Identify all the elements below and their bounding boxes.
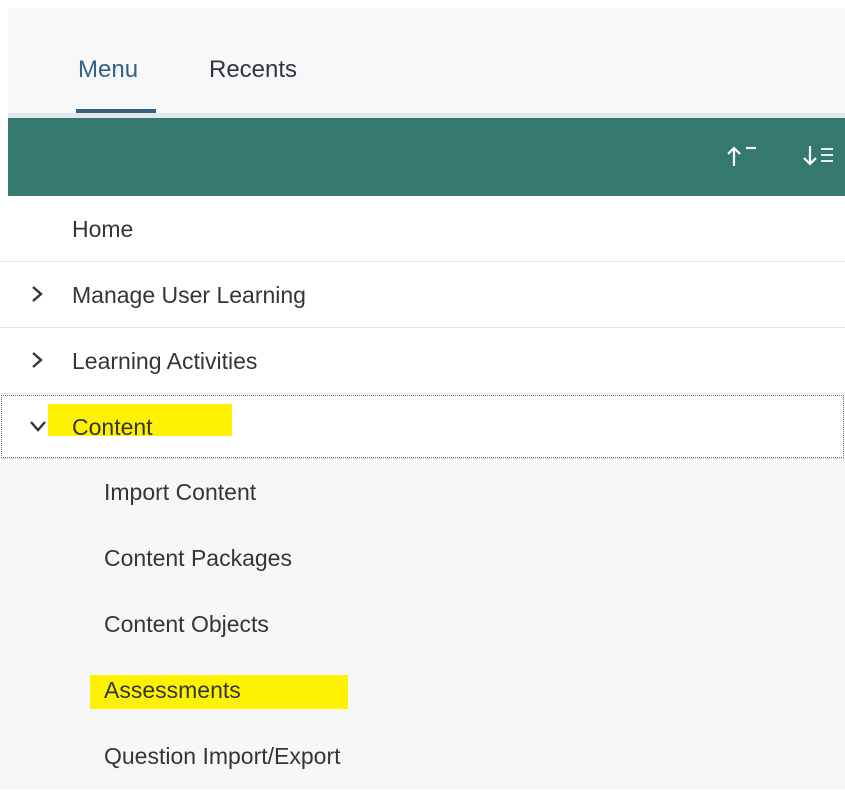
menu-list: Home Manage User Learning Learning Activ… [0, 196, 845, 789]
tab-menu[interactable]: Menu [78, 56, 138, 84]
menu-item-content[interactable]: Content [0, 394, 845, 459]
submenu-item-import-content[interactable]: Import Content [0, 459, 845, 525]
chevron-down-icon[interactable] [28, 413, 48, 439]
navigation-panel: Menu Recents Home Manage User Learning L… [0, 0, 845, 793]
submenu-item-assessments[interactable]: Assessments [0, 657, 845, 723]
submenu-item-label: Question Import/Export [104, 743, 341, 769]
submenu-item-content-packages[interactable]: Content Packages [0, 525, 845, 591]
submenu-item-question-import-export[interactable]: Question Import/Export [0, 723, 845, 789]
submenu-item-label: Content Packages [104, 545, 292, 571]
sort-ascending-icon[interactable] [724, 140, 760, 170]
menu-toolbar [8, 118, 845, 196]
menu-item-label: Learning Activities [72, 348, 258, 374]
menu-item-home[interactable]: Home [0, 196, 845, 262]
tab-recents[interactable]: Recents [209, 56, 297, 84]
menu-item-learning-activities[interactable]: Learning Activities [0, 328, 845, 394]
content-submenu: Import Content Content Packages Content … [0, 459, 845, 789]
chevron-right-icon[interactable] [28, 281, 48, 307]
submenu-item-label: Import Content [104, 479, 257, 505]
menu-item-label: Content [72, 414, 153, 440]
submenu-item-label: Content Objects [104, 611, 269, 637]
menu-item-label: Home [72, 216, 134, 242]
submenu-item-label: Assessments [104, 677, 241, 703]
sort-descending-icon[interactable] [802, 140, 836, 170]
tab-header: Menu Recents [8, 8, 845, 118]
menu-item-label: Manage User Learning [72, 282, 306, 308]
menu-item-manage-user-learning[interactable]: Manage User Learning [0, 262, 845, 328]
chevron-right-icon[interactable] [28, 347, 48, 373]
submenu-item-content-objects[interactable]: Content Objects [0, 591, 845, 657]
